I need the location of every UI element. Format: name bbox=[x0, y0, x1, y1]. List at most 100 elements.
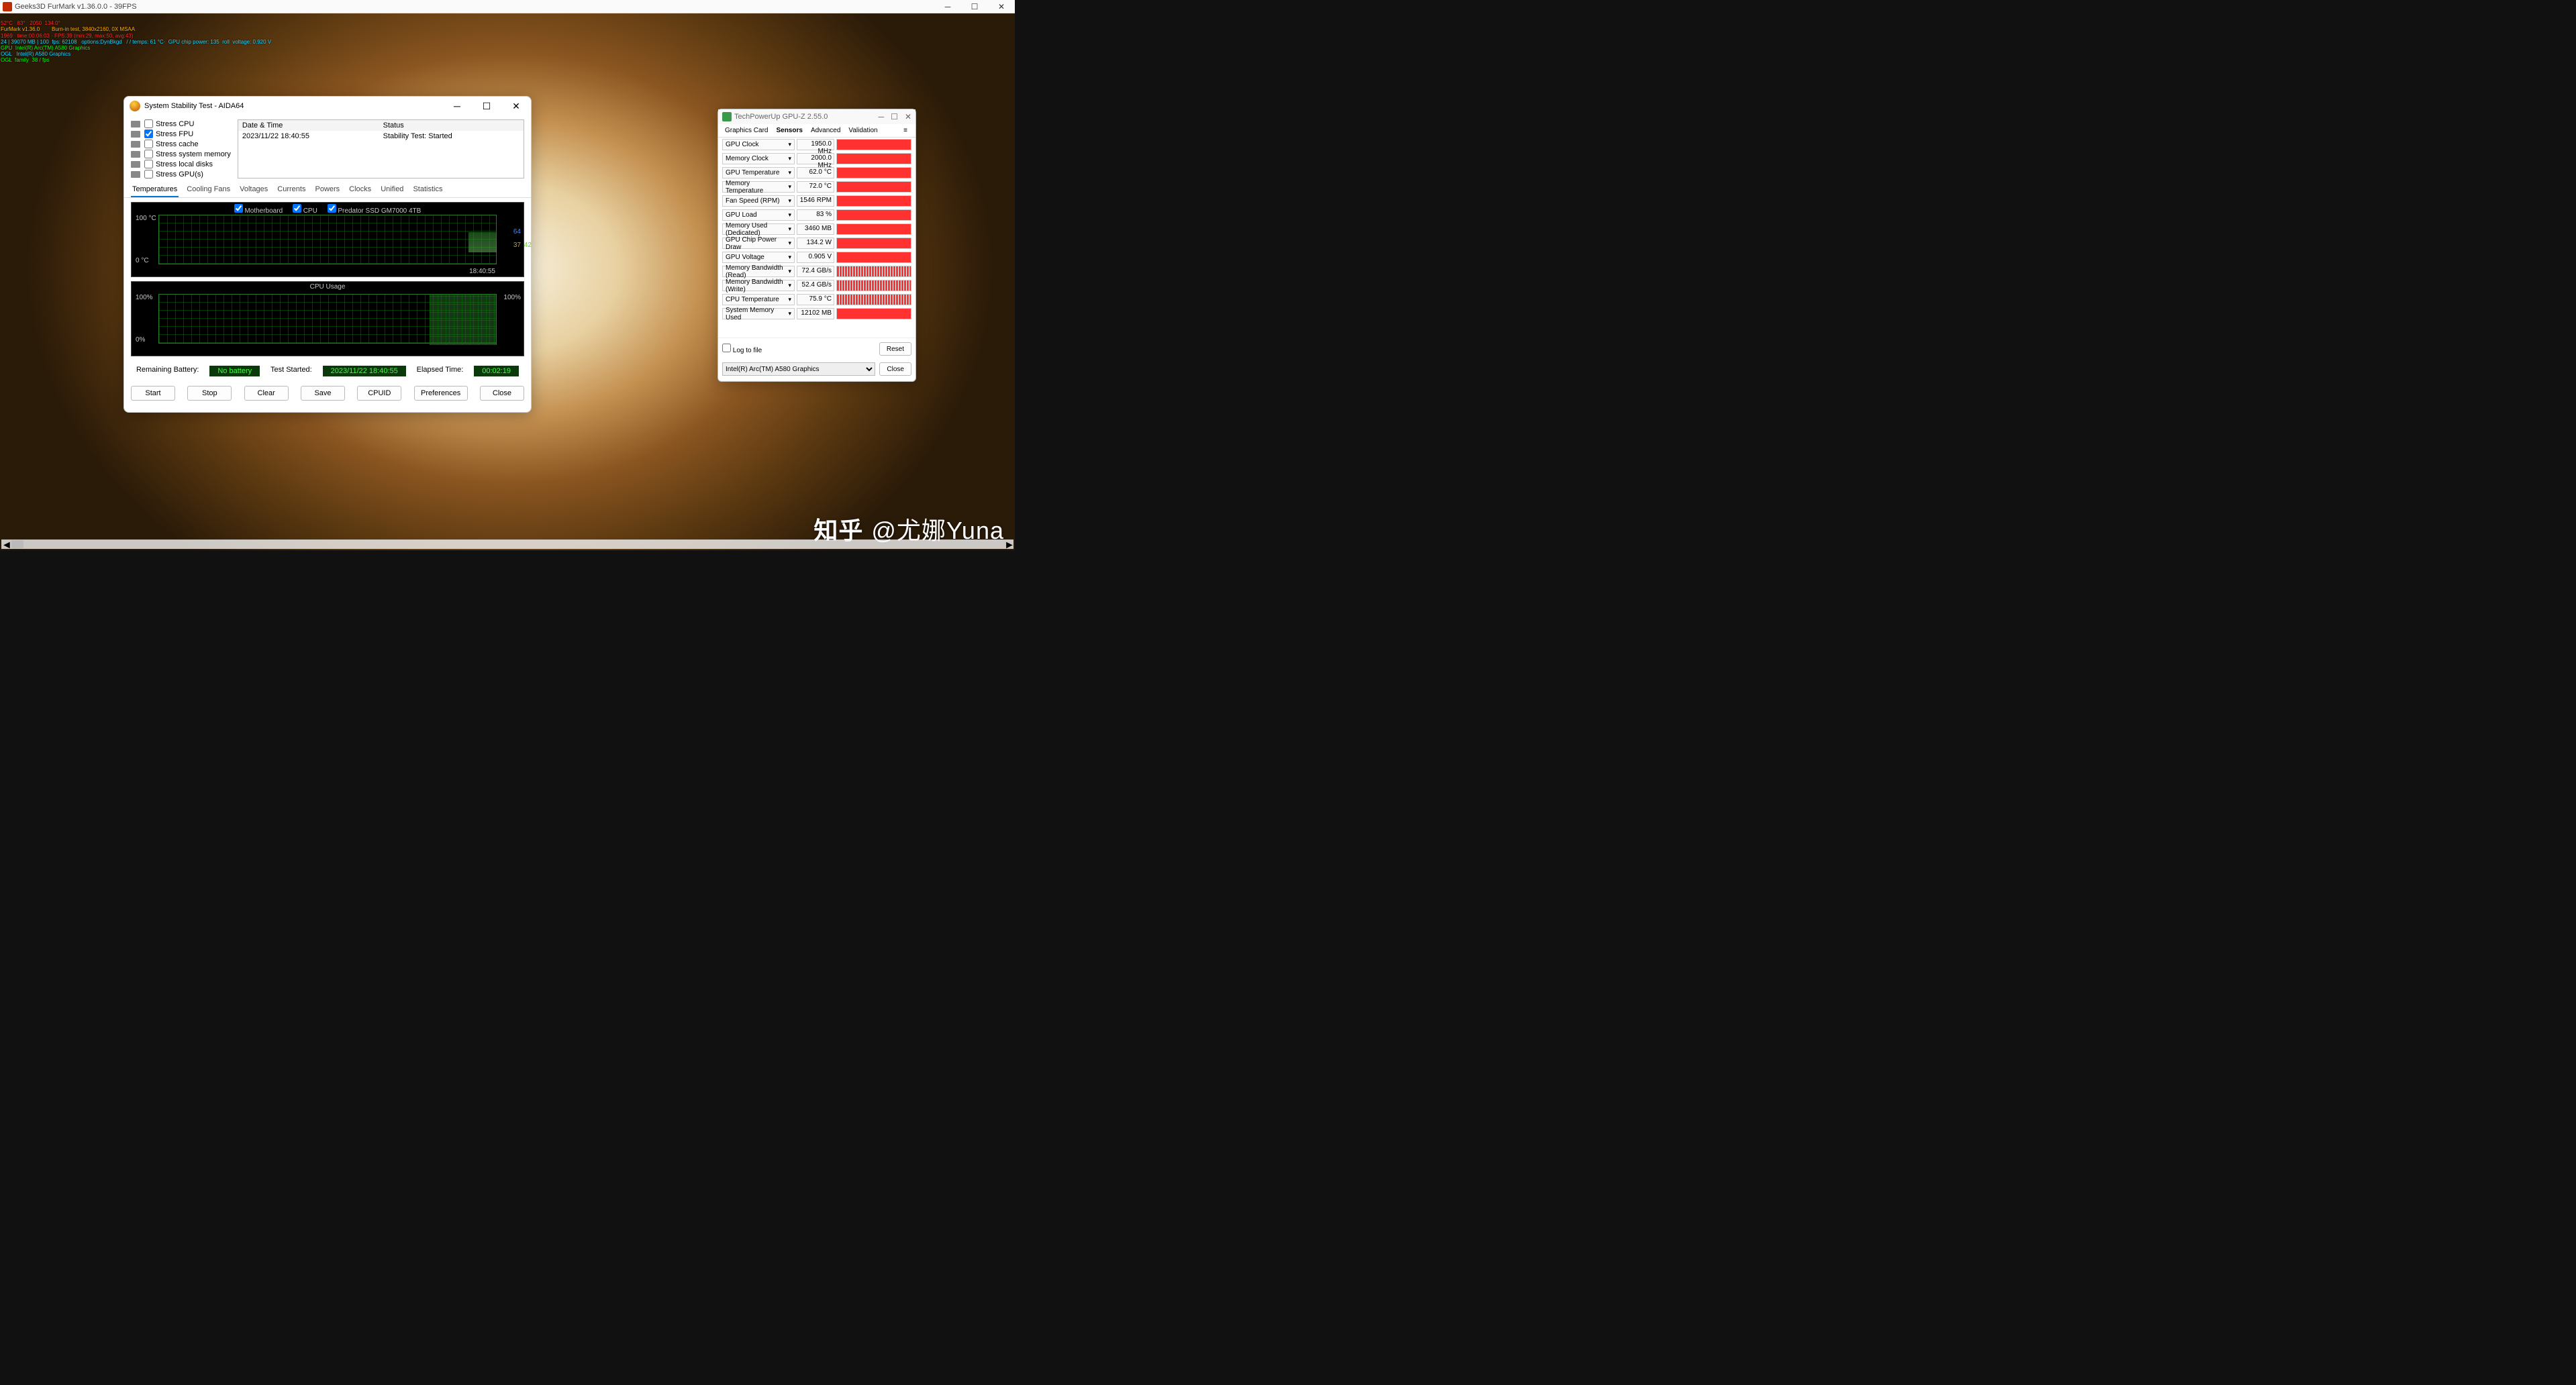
sensor-label[interactable]: Memory Temperature▾ bbox=[722, 181, 795, 193]
tab-clocks[interactable]: Clocks bbox=[348, 183, 373, 197]
chevron-down-icon[interactable]: ▾ bbox=[788, 310, 791, 317]
tab-powers[interactable]: Powers bbox=[313, 183, 341, 197]
sensor-value: 3460 MB bbox=[797, 223, 834, 235]
preferences-button[interactable]: Preferences bbox=[414, 386, 468, 401]
close-button[interactable]: ✕ bbox=[988, 0, 1015, 13]
sensor-label[interactable]: Memory Used (Dedicated)▾ bbox=[722, 223, 795, 235]
furmark-icon bbox=[3, 2, 12, 11]
save-button[interactable]: Save bbox=[301, 386, 345, 401]
gpuz-maximize-button[interactable]: ☐ bbox=[891, 112, 898, 121]
window-controls: ─ ☐ ✕ bbox=[934, 0, 1015, 13]
stress-mem-checkbox[interactable]: Stress system memory bbox=[131, 150, 231, 158]
sensor-label[interactable]: Memory Bandwidth (Read)▾ bbox=[722, 266, 795, 277]
stress-gpus-checkbox[interactable]: Stress GPU(s) bbox=[131, 170, 231, 178]
aida-close-button[interactable]: ✕ bbox=[508, 101, 524, 112]
sensor-label[interactable]: GPU Load▾ bbox=[722, 209, 795, 221]
gpuz-icon bbox=[722, 112, 732, 121]
tab-statistics[interactable]: Statistics bbox=[411, 183, 444, 197]
reset-button[interactable]: Reset bbox=[879, 342, 911, 356]
sensor-row: GPU Chip Power Draw▾134.2 W bbox=[718, 236, 915, 250]
sensor-label[interactable]: Memory Clock▾ bbox=[722, 153, 795, 164]
start-button[interactable]: Start bbox=[131, 386, 175, 401]
gpuz-minimize-button[interactable]: ─ bbox=[879, 112, 885, 121]
fpu-icon bbox=[131, 131, 140, 138]
aida-maximize-button[interactable]: ☐ bbox=[479, 101, 495, 112]
tab-unified[interactable]: Unified bbox=[379, 183, 405, 197]
stop-button[interactable]: Stop bbox=[187, 386, 232, 401]
sensor-row: CPU Temperature▾75.9 °C bbox=[718, 293, 915, 307]
maximize-button[interactable]: ☐ bbox=[961, 0, 988, 13]
chevron-down-icon[interactable]: ▾ bbox=[788, 169, 791, 176]
chevron-down-icon[interactable]: ▾ bbox=[788, 254, 791, 261]
gpuz-close-bottom-button[interactable]: Close bbox=[879, 362, 911, 376]
tab-temperatures[interactable]: Temperatures bbox=[131, 183, 179, 197]
legend-cpu[interactable]: CPU bbox=[293, 207, 317, 215]
tab-advanced[interactable]: Advanced bbox=[809, 125, 842, 136]
gpu-device-select[interactable]: Intel(R) Arc(TM) A580 Graphics bbox=[722, 362, 875, 376]
tab-sensors[interactable]: Sensors bbox=[775, 125, 803, 136]
sensor-label[interactable]: Fan Speed (RPM)▾ bbox=[722, 195, 795, 207]
stress-disks-checkbox[interactable]: Stress local disks bbox=[131, 160, 231, 168]
sensor-graph bbox=[836, 181, 911, 193]
sensor-label[interactable]: System Memory Used▾ bbox=[722, 308, 795, 319]
stress-fpu-checkbox[interactable]: Stress FPU bbox=[131, 130, 231, 138]
chevron-down-icon[interactable]: ▾ bbox=[788, 211, 791, 219]
stress-cache-checkbox[interactable]: Stress cache bbox=[131, 140, 231, 148]
sensor-graph bbox=[836, 139, 911, 150]
log-to-file-checkbox[interactable]: Log to file bbox=[722, 344, 762, 354]
chevron-down-icon[interactable]: ▾ bbox=[788, 240, 791, 247]
sensor-row: GPU Temperature▾62.0 °C bbox=[718, 166, 915, 180]
aida-minimize-button[interactable]: ─ bbox=[449, 101, 465, 112]
battery-value: No battery bbox=[209, 366, 260, 376]
legend-motherboard[interactable]: Motherboard bbox=[234, 207, 283, 215]
tab-voltages[interactable]: Voltages bbox=[238, 183, 269, 197]
chevron-down-icon[interactable]: ▾ bbox=[788, 183, 791, 191]
sensor-graph bbox=[836, 153, 911, 164]
horizontal-scrollbar[interactable]: ◄ ► bbox=[1, 540, 1013, 549]
sensor-value: 0.905 V bbox=[797, 252, 834, 263]
sensor-label[interactable]: GPU Clock▾ bbox=[722, 139, 795, 150]
sensor-row: GPU Load▾83 % bbox=[718, 208, 915, 222]
log-header-status: Status bbox=[379, 120, 524, 131]
sensor-graph bbox=[836, 266, 911, 277]
scroll-right-icon[interactable]: ► bbox=[1004, 540, 1013, 549]
chevron-down-icon[interactable]: ▾ bbox=[788, 155, 791, 162]
tab-graphics-card[interactable]: Graphics Card bbox=[724, 125, 769, 136]
val-ssd: 42 bbox=[524, 242, 532, 249]
sensor-value: 134.2 W bbox=[797, 238, 834, 249]
chevron-down-icon[interactable]: ▾ bbox=[788, 296, 791, 303]
sensor-label[interactable]: Memory Bandwidth (Write)▾ bbox=[722, 280, 795, 291]
tab-currents[interactable]: Currents bbox=[276, 183, 307, 197]
stress-options: Stress CPU Stress FPU Stress cache Stres… bbox=[131, 119, 231, 178]
clear-button[interactable]: Clear bbox=[244, 386, 289, 401]
cpuid-button[interactable]: CPUID bbox=[357, 386, 401, 401]
sensor-label[interactable]: GPU Temperature▾ bbox=[722, 167, 795, 178]
stress-cpu-checkbox[interactable]: Stress CPU bbox=[131, 119, 231, 128]
legend-ssd[interactable]: Predator SSD GM7000 4TB bbox=[328, 207, 422, 215]
aida-close-button[interactable]: Close bbox=[480, 386, 524, 401]
sensor-graph bbox=[836, 223, 911, 235]
sensor-row: Fan Speed (RPM)▾1546 RPM bbox=[718, 194, 915, 208]
chevron-down-icon[interactable]: ▾ bbox=[788, 282, 791, 289]
gpuz-titlebar[interactable]: TechPowerUp GPU-Z 2.55.0 ─ ☐ ✕ bbox=[718, 109, 915, 124]
scroll-thumb[interactable] bbox=[11, 540, 23, 548]
sensor-value: 52.4 GB/s bbox=[797, 280, 834, 291]
aida64-titlebar[interactable]: System Stability Test - AIDA64 ─ ☐ ✕ bbox=[124, 97, 531, 115]
sensor-label[interactable]: CPU Temperature▾ bbox=[722, 294, 795, 305]
gpuz-close-button[interactable]: ✕ bbox=[905, 112, 911, 121]
y-bot: 0 °C bbox=[136, 257, 149, 264]
tab-fans[interactable]: Cooling Fans bbox=[185, 183, 232, 197]
main-titlebar: Geeks3D FurMark v1.36.0.0 - 39FPS ─ ☐ ✕ bbox=[0, 0, 1015, 13]
sensor-label[interactable]: GPU Voltage▾ bbox=[722, 252, 795, 263]
scroll-left-icon[interactable]: ◄ bbox=[1, 540, 11, 549]
chevron-down-icon[interactable]: ▾ bbox=[788, 197, 791, 205]
sensor-value: 72.0 °C bbox=[797, 181, 834, 193]
main-title-text: Geeks3D FurMark v1.36.0.0 - 39FPS bbox=[15, 3, 137, 11]
sensor-label[interactable]: GPU Chip Power Draw▾ bbox=[722, 238, 795, 249]
minimize-button[interactable]: ─ bbox=[934, 0, 961, 13]
tab-validation[interactable]: Validation bbox=[847, 125, 879, 136]
chevron-down-icon[interactable]: ▾ bbox=[788, 225, 791, 233]
hamburger-icon[interactable]: ≡ bbox=[901, 125, 910, 136]
chevron-down-icon[interactable]: ▾ bbox=[788, 141, 791, 148]
chevron-down-icon[interactable]: ▾ bbox=[788, 268, 791, 275]
